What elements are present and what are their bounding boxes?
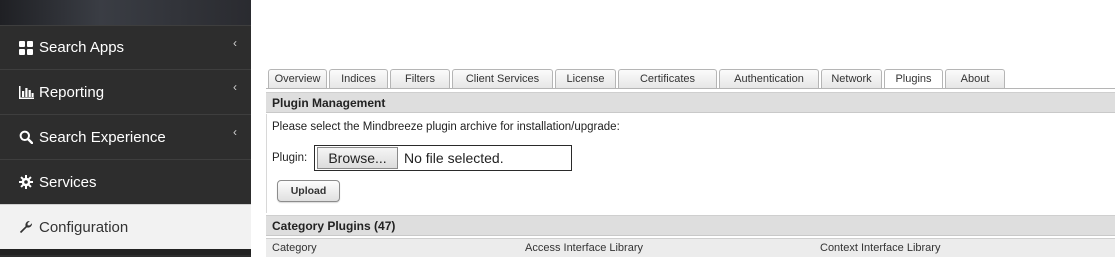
category-plugins-table-header: Category Access Interface Library Contex…	[266, 238, 1115, 257]
tab-client-services[interactable]: Client Services	[452, 69, 553, 88]
wrench-icon	[18, 219, 34, 235]
file-status-text: No file selected.	[404, 150, 504, 166]
sidebar-item-label: Configuration	[39, 218, 129, 236]
gear-icon	[18, 174, 34, 190]
tab-license[interactable]: License	[555, 69, 616, 88]
upload-button[interactable]: Upload	[277, 180, 340, 202]
sidebar-item-reporting[interactable]: Reporting ‹	[0, 69, 251, 114]
sidebar-item-services[interactable]: Services	[0, 159, 251, 204]
tab-authentication[interactable]: Authentication	[719, 69, 819, 88]
tab-certificates[interactable]: Certificates	[618, 69, 717, 88]
category-plugins-header: Category Plugins (47)	[266, 215, 1115, 236]
plugin-file-input[interactable]: Browse... No file selected.	[314, 145, 572, 171]
sidebar-item-label: Services	[39, 173, 97, 191]
tab-divider	[266, 88, 1115, 89]
tab-indices[interactable]: Indices	[329, 69, 388, 88]
sidebar-item-search-apps[interactable]: Search Apps ‹	[0, 25, 251, 69]
sidebar-item-configuration[interactable]: Configuration	[0, 204, 251, 249]
sidebar-item-search-experience[interactable]: Search Experience ‹	[0, 114, 251, 159]
sidebar: Search Apps ‹ Reporting ‹ Search Experie…	[0, 0, 251, 257]
sidebar-header-image	[0, 0, 251, 25]
column-header-context-interface-library[interactable]: Context Interface Library	[820, 242, 940, 254]
tab-about[interactable]: About	[945, 69, 1005, 88]
sidebar-item-label: Reporting	[39, 83, 105, 101]
chevron-left-icon: ‹	[233, 36, 237, 50]
tab-filters[interactable]: Filters	[390, 69, 450, 88]
tab-plugins[interactable]: Plugins	[884, 69, 943, 88]
search-icon	[18, 129, 34, 145]
tab-bar: Overview Indices Filters Client Services…	[268, 69, 1007, 88]
plugin-field-label: Plugin:	[272, 152, 308, 164]
chevron-left-icon: ‹	[233, 80, 237, 94]
column-header-access-interface-library[interactable]: Access Interface Library	[525, 242, 643, 254]
sidebar-item-label: Search Apps	[39, 39, 125, 56]
plugin-management-header: Plugin Management	[266, 92, 1115, 113]
browse-button[interactable]: Browse...	[317, 147, 398, 169]
sidebar-item-label: Search Experience	[39, 128, 166, 146]
column-header-category[interactable]: Category	[272, 242, 317, 254]
chevron-left-icon: ‹	[233, 125, 237, 139]
tab-network[interactable]: Network	[821, 69, 882, 88]
bar-chart-icon	[18, 84, 34, 100]
tab-overview[interactable]: Overview	[268, 69, 327, 88]
grid-icon	[18, 40, 34, 56]
sidebar-footer	[0, 249, 251, 255]
plugin-instruction: Please select the Mindbreeze plugin arch…	[272, 121, 620, 133]
